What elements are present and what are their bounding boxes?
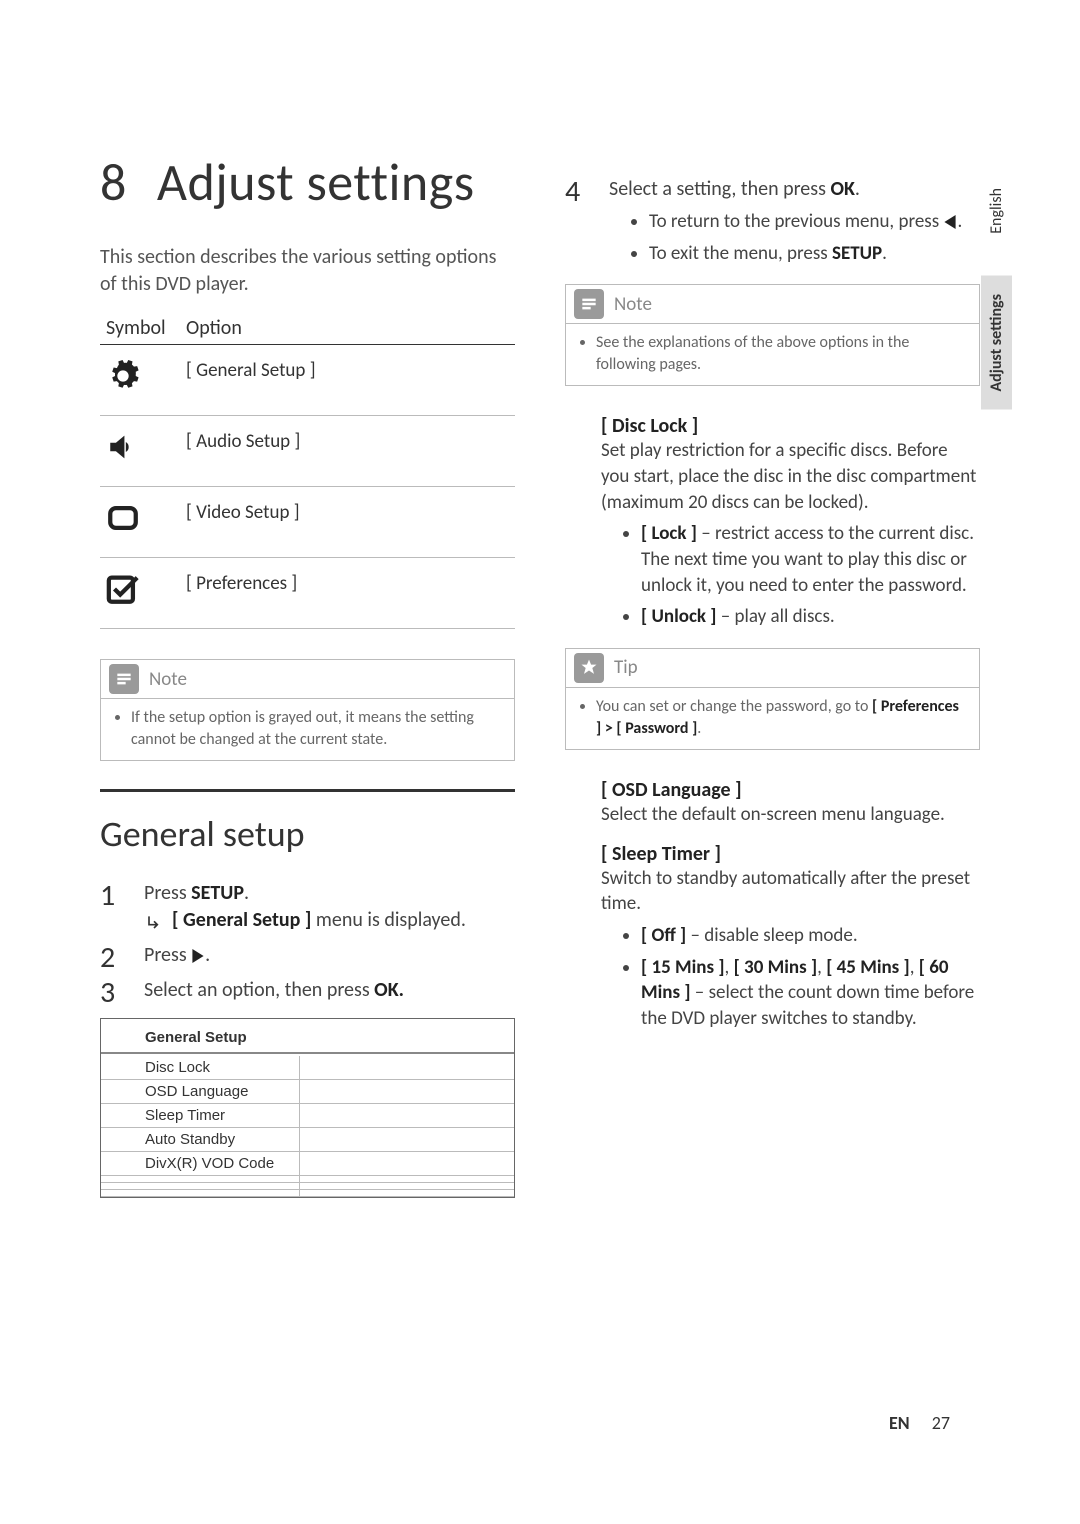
chapter-heading: 8 Adjust settings	[100, 150, 515, 214]
option-desc: Set play restriction for a specific disc…	[601, 438, 980, 515]
left-triangle-icon	[943, 210, 957, 233]
step-2: Press .	[100, 942, 515, 969]
general-setup-menu: General Setup Disc Lock OSD Language Sle…	[100, 1018, 515, 1198]
steps-right: Select a setting, then press OK. To retu…	[565, 176, 980, 266]
note-text: If the setup option is grayed out, it me…	[131, 707, 500, 750]
speaker-icon	[106, 430, 140, 464]
steps-left: Press SETUP. [ General Setup ] menu is d…	[100, 880, 515, 1004]
tip-box: Tip You can set or change the password, …	[565, 648, 980, 750]
page-footer: EN 27	[889, 1412, 950, 1434]
option-title: [ OSD Language ]	[601, 778, 980, 802]
cell-label: [ Preferences ]	[180, 558, 515, 629]
menu-item: Sleep Timer	[101, 1104, 299, 1128]
cell-label: [ Video Setup ]	[180, 487, 515, 558]
right-column: Select a setting, then press OK. To retu…	[565, 150, 980, 1198]
step-4-bullet: To return to the previous menu, press .	[649, 209, 980, 235]
step-3: Select an option, then press OK.	[100, 977, 515, 1004]
option-bullet: [ 15 Mins ], [ 30 Mins ], [ 45 Mins ], […	[641, 955, 980, 1032]
note-text: See the explanations of the above option…	[596, 332, 965, 375]
note-icon	[109, 664, 139, 694]
note-box: Note See the explanations of the above o…	[565, 284, 980, 386]
th-option: Option	[180, 312, 515, 345]
option-desc: Select the default on-screen menu langua…	[601, 802, 980, 828]
menu-item	[101, 1190, 299, 1197]
menu-item: Disc Lock	[101, 1056, 299, 1080]
note-title: Note	[149, 668, 187, 691]
note-icon	[574, 289, 604, 319]
intro-text: This section describes the various setti…	[100, 244, 515, 298]
option-desc: Switch to standby automatically after th…	[601, 866, 980, 917]
option-title: [ Disc Lock ]	[601, 414, 980, 438]
tip-title: Tip	[614, 656, 638, 679]
section-rule	[100, 789, 515, 792]
tip-icon	[574, 653, 604, 683]
th-symbol: Symbol	[100, 312, 180, 345]
menu-item: Auto Standby	[101, 1128, 299, 1152]
symbol-option-table: Symbol Option [ General Setup ]	[100, 312, 515, 629]
cell-icon	[100, 487, 180, 558]
right-triangle-icon	[191, 943, 205, 967]
footer-lang: EN	[889, 1412, 910, 1434]
sidetab-language: English	[981, 170, 1012, 252]
sidetab-section: Adjust settings	[981, 276, 1012, 410]
chapter-title: Adjust settings	[157, 150, 475, 214]
menu-item	[101, 1183, 299, 1190]
section-heading: General setup	[100, 812, 515, 856]
cell-label: [ Audio Setup ]	[180, 416, 515, 487]
cell-label: [ General Setup ]	[180, 345, 515, 416]
note-title: Note	[614, 293, 652, 316]
osd-language-block: [ OSD Language ] Select the default on-s…	[565, 778, 980, 828]
menu-item	[101, 1176, 299, 1183]
menu-item: OSD Language	[101, 1080, 299, 1104]
cell-icon	[100, 345, 180, 416]
tip-text: You can set or change the password, go t…	[596, 696, 965, 739]
side-tabs: English Adjust settings	[981, 170, 1012, 409]
gear-icon	[106, 359, 140, 393]
screen-icon	[106, 501, 140, 535]
disc-lock-block: [ Disc Lock ] Set play restriction for a…	[565, 414, 980, 629]
option-title: [ Sleep Timer ]	[601, 842, 980, 866]
note-box: Note If the setup option is grayed out, …	[100, 659, 515, 761]
footer-page: 27	[932, 1412, 950, 1434]
option-bullet: [ Lock ] – restrict access to the curren…	[641, 521, 980, 598]
menu-item: DivX(R) VOD Code	[101, 1152, 299, 1176]
step-4-bullet: To exit the menu, press SETUP.	[649, 241, 980, 267]
left-column: 8 Adjust settings This section describes …	[100, 150, 515, 1198]
result-arrow-icon	[144, 909, 164, 936]
check-icon	[106, 572, 140, 606]
sleep-timer-block: [ Sleep Timer ] Switch to standby automa…	[565, 842, 980, 1032]
menu-title: General Setup	[101, 1019, 514, 1052]
cell-icon	[100, 416, 180, 487]
cell-icon	[100, 558, 180, 629]
step-1: Press SETUP. [ General Setup ] menu is d…	[100, 880, 515, 934]
option-bullet: [ Off ] – disable sleep mode.	[641, 923, 980, 949]
chapter-number: 8	[100, 150, 127, 214]
option-bullet: [ Unlock ] – play all discs.	[641, 604, 980, 630]
step-4: Select a setting, then press OK. To retu…	[565, 176, 980, 266]
